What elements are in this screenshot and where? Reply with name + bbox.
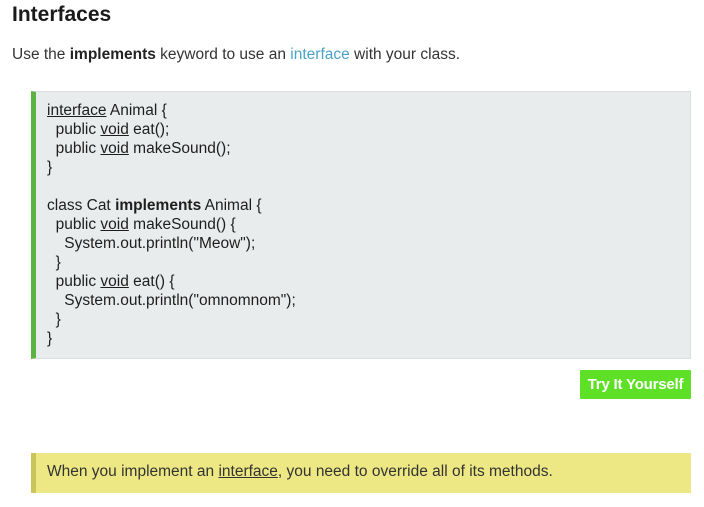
code-text: System.out.println("omnomnom"); xyxy=(47,292,296,309)
code-text: } xyxy=(47,254,61,271)
intro-text-3: with your class. xyxy=(349,46,461,63)
lesson-page: Interfaces Use the implements keyword to… xyxy=(0,0,704,507)
code-text: public xyxy=(47,216,101,233)
note-box: When you implement an interface, you nee… xyxy=(31,453,691,493)
code-text: Animal { xyxy=(201,197,262,214)
code-keyword-void: void xyxy=(100,140,129,157)
code-text: class Cat xyxy=(47,197,116,214)
code-text: Animal { xyxy=(106,102,167,119)
code-text: public xyxy=(47,140,101,157)
code-text: public xyxy=(47,121,101,138)
code-text: } xyxy=(47,330,53,347)
intro-text-1: Use the xyxy=(12,46,70,63)
code-text: System.out.println("Meow"); xyxy=(47,235,256,252)
interface-note-link[interactable]: interface xyxy=(218,463,277,480)
code-text: eat(); xyxy=(128,121,170,138)
interface-link[interactable]: interface xyxy=(290,46,349,63)
code-block: interface Animal { public void eat(); pu… xyxy=(47,101,296,348)
code-keyword-void: void xyxy=(100,121,129,138)
try-it-yourself-button[interactable]: Try It Yourself xyxy=(580,370,691,399)
code-text: } xyxy=(47,311,61,328)
intro-text-2: keyword to use an xyxy=(155,46,291,63)
code-text: public xyxy=(47,273,101,290)
code-text: } xyxy=(47,159,53,176)
code-text: makeSound() { xyxy=(128,216,236,233)
note-text-1: When you implement an xyxy=(47,463,219,480)
code-keyword-interface: interface xyxy=(47,102,107,119)
intro-paragraph: Use the implements keyword to use an int… xyxy=(12,46,460,64)
implements-keyword: implements xyxy=(69,46,156,63)
code-keyword-void: void xyxy=(100,273,129,290)
code-keyword-implements: implements xyxy=(115,197,202,214)
page-title: Interfaces xyxy=(12,3,112,26)
note-text-2: , you need to override all of its method… xyxy=(277,463,553,480)
code-keyword-void: void xyxy=(100,216,129,233)
note-text: When you implement an interface, you nee… xyxy=(47,463,553,481)
code-text: makeSound(); xyxy=(128,140,231,157)
code-example-box: interface Animal { public void eat(); pu… xyxy=(31,91,691,359)
code-text: eat() { xyxy=(128,273,175,290)
